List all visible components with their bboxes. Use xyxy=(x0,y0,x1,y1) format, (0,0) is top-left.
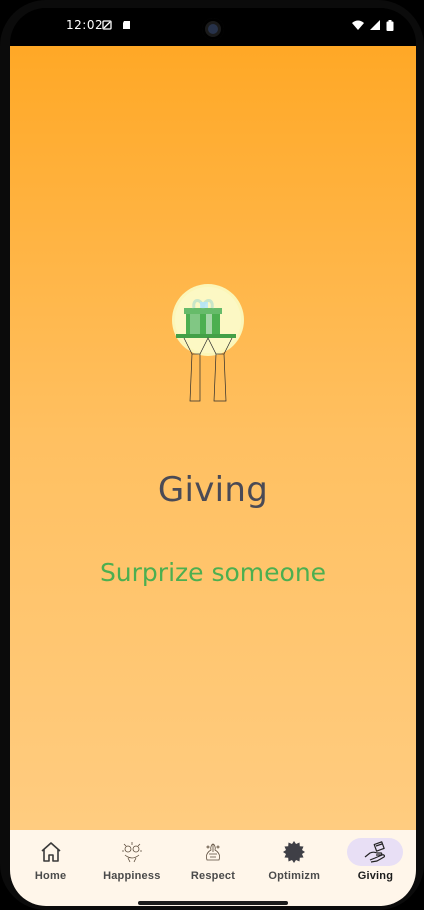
bottom-navigation: Home Happiness Respect Optimizm Giving xyxy=(10,830,416,890)
nav-label-happiness: Happiness xyxy=(103,870,161,882)
screen: 12:02 Giving Surprize someone Home Happi… xyxy=(10,8,416,906)
giving-icon xyxy=(347,838,404,866)
nav-item-giving[interactable]: Giving xyxy=(335,830,416,890)
front-camera xyxy=(202,18,224,40)
sim-icon xyxy=(102,20,112,30)
status-time: 12:02 xyxy=(66,18,104,32)
happiness-icon xyxy=(104,838,160,866)
home-icon xyxy=(23,838,79,866)
gift-stand-illustration xyxy=(172,284,244,402)
wifi-icon xyxy=(352,20,364,30)
home-gesture-bar[interactable] xyxy=(138,901,288,905)
nav-item-respect[interactable]: Respect xyxy=(172,830,253,890)
status-icons-right xyxy=(352,20,394,31)
phone-device: 12:02 Giving Surprize someone Home Happi… xyxy=(0,0,424,910)
optimizm-icon xyxy=(266,838,322,866)
nav-label-giving: Giving xyxy=(357,870,394,882)
storage-icon xyxy=(123,21,130,29)
main-content: Giving Surprize someone xyxy=(10,46,416,830)
nav-label-home: Home xyxy=(34,870,67,882)
nav-label-optimizm: Optimizm xyxy=(268,870,321,882)
status-icons-left xyxy=(102,20,132,30)
battery-icon xyxy=(386,20,394,31)
signal-icon xyxy=(370,20,380,30)
nav-item-happiness[interactable]: Happiness xyxy=(91,830,172,890)
nav-label-respect: Respect xyxy=(190,870,236,882)
nav-item-optimizm[interactable]: Optimizm xyxy=(254,830,335,890)
respect-icon xyxy=(185,838,241,866)
nav-item-home[interactable]: Home xyxy=(10,830,91,890)
page-subtitle: Surprize someone xyxy=(99,558,327,587)
status-bar: 12:02 xyxy=(10,8,416,46)
page-title: Giving xyxy=(157,470,269,510)
